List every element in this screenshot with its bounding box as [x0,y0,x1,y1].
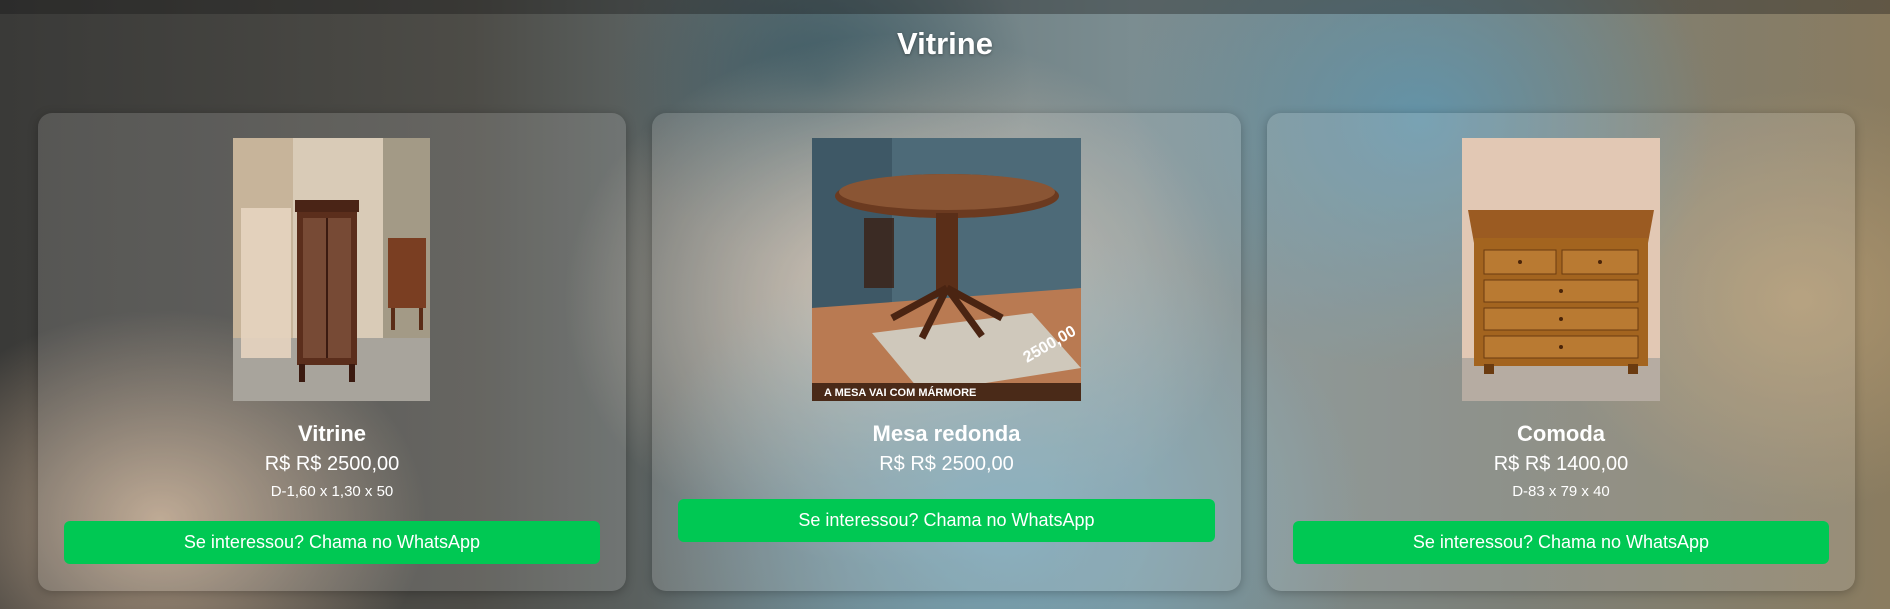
top-band [0,0,1890,14]
product-image-vitrine[interactable] [233,138,430,401]
page-title: Vitrine [897,26,993,61]
product-image-comoda[interactable] [1462,138,1660,401]
product-card-vitrine: Vitrine R$ R$ 2500,00 D-1,60 x 1,30 x 50… [38,113,626,591]
image-caption: A MESA VAI COM MÁRMORE [824,386,976,399]
product-name: Vitrine [297,421,367,446]
whatsapp-button[interactable]: Se interessou? Chama no WhatsApp [678,499,1215,542]
product-name: Comoda [1517,421,1605,446]
product-dimensions: D-83 x 79 x 40 [1512,483,1610,500]
product-price: R$ R$ 2500,00 [264,453,400,475]
whatsapp-button[interactable]: Se interessou? Chama no WhatsApp [64,521,600,564]
product-image-mesa-redonda[interactable]: A MESA VAI COM MÁRMORE 2500,00 [812,138,1081,401]
product-dimensions: D-1,60 x 1,30 x 50 [270,483,394,500]
whatsapp-button[interactable]: Se interessou? Chama no WhatsApp [1293,521,1829,564]
product-price: R$ R$ 2500,00 [879,453,1014,475]
product-price: R$ R$ 1400,00 [1493,453,1629,475]
product-name: Mesa redonda [872,421,1021,446]
product-card-mesa-redonda: A MESA VAI COM MÁRMORE 2500,00 Mesa redo… [652,113,1241,591]
product-card-comoda: Comoda R$ R$ 1400,00 D-83 x 79 x 40 Se i… [1267,113,1855,591]
